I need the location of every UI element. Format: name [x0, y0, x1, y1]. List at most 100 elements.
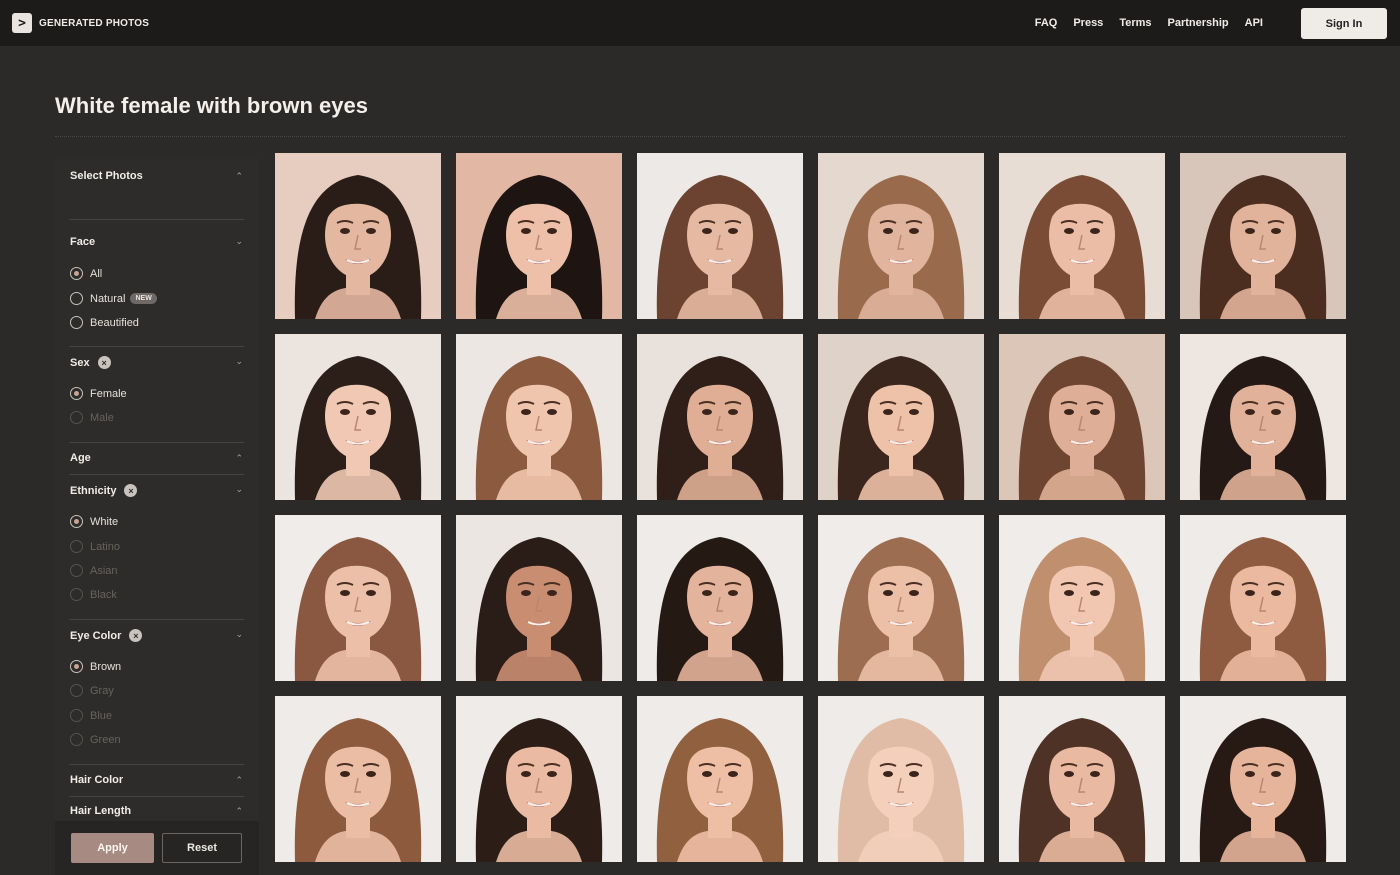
option-label: Asian: [90, 564, 118, 577]
radio-icon[interactable]: [70, 411, 83, 424]
reset-button[interactable]: Reset: [162, 833, 242, 863]
section-label: Hair Color: [70, 774, 124, 786]
section-label: Age: [70, 452, 91, 464]
face-photo[interactable]: [1180, 153, 1346, 319]
clear-filter-icon[interactable]: ×: [124, 484, 138, 497]
chevron-up-icon[interactable]: ⌃: [235, 171, 243, 182]
face-photo[interactable]: [999, 515, 1165, 681]
photo-grid: [275, 153, 1346, 863]
radio-selected-icon[interactable]: [70, 387, 83, 400]
face-photo[interactable]: [1180, 334, 1346, 500]
section-hair-color[interactable]: Hair Color: [70, 774, 123, 786]
face-option-natural[interactable]: Natural NEW: [70, 292, 157, 305]
radio-icon[interactable]: [70, 684, 83, 697]
face-photo[interactable]: [637, 153, 803, 319]
apply-button[interactable]: Apply: [71, 833, 154, 863]
option-label: Blue: [90, 709, 113, 722]
page-title: White female with brown eyes: [55, 93, 368, 118]
face-photo[interactable]: [456, 515, 622, 681]
clear-filter-icon[interactable]: ×: [129, 629, 143, 642]
face-photo[interactable]: [818, 334, 984, 500]
ethnicity-option-black[interactable]: Black: [70, 588, 117, 601]
face-photo[interactable]: [1180, 515, 1346, 681]
radio-icon[interactable]: [70, 316, 83, 329]
option-label: Green: [90, 733, 121, 746]
face-photo[interactable]: [456, 153, 622, 319]
option-label: Gray: [90, 684, 114, 697]
face-photo[interactable]: [999, 696, 1165, 862]
new-badge: NEW: [130, 293, 157, 304]
divider: [69, 442, 244, 443]
option-label: Female: [90, 387, 127, 400]
option-label: Brown: [90, 660, 122, 673]
radio-selected-icon[interactable]: [70, 267, 83, 280]
sex-option-female[interactable]: Female: [70, 387, 127, 400]
option-label: Male: [90, 411, 114, 424]
face-photo[interactable]: [818, 153, 984, 319]
eye-option-blue[interactable]: Blue: [70, 709, 112, 722]
eye-option-gray[interactable]: Gray: [70, 684, 114, 697]
section-sex[interactable]: Sex ×: [70, 356, 111, 369]
face-photo[interactable]: [275, 515, 441, 681]
face-photo[interactable]: [818, 696, 984, 862]
chevron-down-icon[interactable]: ⌄: [235, 629, 243, 640]
ethnicity-option-latino[interactable]: Latino: [70, 540, 120, 553]
radio-selected-icon[interactable]: [70, 515, 83, 528]
face-photo[interactable]: [999, 153, 1165, 319]
ethnicity-option-white[interactable]: White: [70, 515, 118, 528]
face-photo[interactable]: [818, 515, 984, 681]
divider: [69, 346, 244, 347]
chevron-up-icon[interactable]: ⌃: [235, 806, 243, 817]
filter-sidebar: Select Photos ⌃ Face ⌄ All Natural NEW B…: [55, 158, 259, 875]
face-photo[interactable]: [637, 696, 803, 862]
chevron-up-icon[interactable]: ⌃: [235, 453, 243, 464]
face-photo[interactable]: [456, 334, 622, 500]
face-photo[interactable]: [275, 153, 441, 319]
nav-press[interactable]: Press: [1073, 17, 1103, 29]
chevron-down-icon[interactable]: ⌄: [235, 236, 243, 247]
section-face[interactable]: Face: [70, 236, 95, 248]
section-hair-length[interactable]: Hair Length: [70, 805, 131, 817]
option-label: All: [90, 267, 103, 280]
eye-option-brown[interactable]: Brown: [70, 660, 121, 673]
section-select-photos[interactable]: Select Photos: [70, 170, 245, 182]
sex-option-male[interactable]: Male: [70, 411, 114, 424]
eye-option-green[interactable]: Green: [70, 733, 121, 746]
radio-icon[interactable]: [70, 292, 83, 305]
face-photo[interactable]: [999, 334, 1165, 500]
logo-icon: >: [12, 13, 32, 33]
nav-terms[interactable]: Terms: [1119, 17, 1151, 29]
face-photo[interactable]: [1180, 696, 1346, 862]
filter-actions: Apply Reset: [55, 821, 259, 875]
radio-icon[interactable]: [70, 588, 83, 601]
logo[interactable]: > GENERATED PHOTOS: [12, 13, 149, 33]
section-age[interactable]: Age: [70, 452, 91, 464]
radio-icon[interactable]: [70, 709, 83, 722]
chevron-down-icon[interactable]: ⌄: [235, 356, 243, 367]
nav-api[interactable]: API: [1245, 17, 1263, 29]
section-eye-color[interactable]: Eye Color ×: [70, 629, 143, 642]
option-label: Black: [90, 588, 117, 601]
face-option-beautified[interactable]: Beautified: [70, 316, 139, 329]
radio-icon[interactable]: [70, 733, 83, 746]
radio-icon[interactable]: [70, 564, 83, 577]
ethnicity-option-asian[interactable]: Asian: [70, 564, 118, 577]
radio-selected-icon[interactable]: [70, 660, 83, 673]
section-label: Sex: [70, 356, 90, 369]
nav-faq[interactable]: FAQ: [1035, 17, 1058, 29]
chevron-up-icon[interactable]: ⌃: [235, 775, 243, 786]
face-option-all[interactable]: All: [70, 267, 102, 280]
option-label: Natural: [90, 292, 126, 305]
section-ethnicity[interactable]: Ethnicity ×: [70, 484, 138, 497]
face-photo[interactable]: [637, 334, 803, 500]
face-photo[interactable]: [456, 696, 622, 862]
face-photo[interactable]: [275, 696, 441, 862]
face-photo[interactable]: [637, 515, 803, 681]
face-photo[interactable]: [275, 334, 441, 500]
section-label: Hair Length: [70, 805, 132, 817]
nav-partnership[interactable]: Partnership: [1168, 17, 1229, 29]
sign-in-button[interactable]: Sign In: [1301, 8, 1387, 39]
chevron-down-icon[interactable]: ⌄: [235, 484, 243, 495]
radio-icon[interactable]: [70, 540, 83, 553]
clear-filter-icon[interactable]: ×: [97, 356, 111, 369]
